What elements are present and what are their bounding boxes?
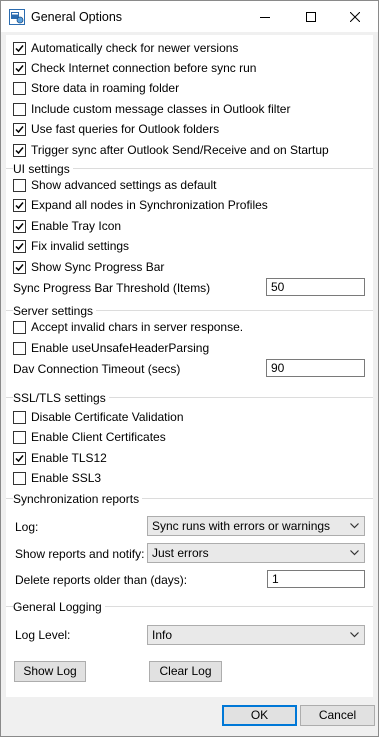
checkbox-box[interactable] bbox=[13, 471, 26, 485]
log-dropdown[interactable]: Sync runs with errors or warnings bbox=[147, 516, 365, 536]
maximize-icon bbox=[306, 11, 316, 22]
checkbox-label: Fix invalid settings bbox=[31, 238, 130, 253]
checkbox-label: Enable SSL3 bbox=[31, 470, 102, 485]
checkbox-box[interactable] bbox=[13, 61, 26, 75]
chevron-down-icon bbox=[350, 632, 359, 638]
notify-label: Show reports and notify: bbox=[15, 547, 145, 561]
checkbox-label: Check Internet connection before sync ru… bbox=[31, 60, 257, 75]
threshold-label: Sync Progress Bar Threshold (Items) bbox=[13, 281, 211, 295]
checkbox-box[interactable] bbox=[13, 430, 26, 444]
checkbox-box[interactable] bbox=[13, 143, 26, 157]
checkbox-box[interactable] bbox=[13, 198, 26, 212]
checkbox-label: Use fast queries for Outlook folders bbox=[31, 121, 220, 136]
group-title-general-logging: General Logging bbox=[13, 600, 105, 614]
threshold-input[interactable]: 50 bbox=[266, 278, 365, 296]
checkbox-box[interactable] bbox=[13, 260, 26, 274]
checkbox-fix-invalid-settings[interactable]: Fix invalid settings bbox=[13, 238, 129, 254]
checkbox-check-internet[interactable]: Check Internet connection before sync ru… bbox=[13, 60, 256, 76]
checkbox-advanced-settings-default[interactable]: Show advanced settings as default bbox=[13, 177, 216, 193]
log-level-dropdown-value: Info bbox=[152, 628, 173, 642]
title-bar: General Options bbox=[1, 1, 378, 32]
cancel-button[interactable]: Cancel bbox=[300, 705, 375, 726]
checkbox-box[interactable] bbox=[13, 178, 26, 192]
checkbox-unsafe-header-parsing[interactable]: Enable useUnsafeHeaderParsing bbox=[13, 340, 209, 356]
ok-button[interactable]: OK bbox=[222, 705, 297, 726]
minimize-button[interactable] bbox=[242, 1, 288, 32]
checkbox-label: Disable Certificate Validation bbox=[31, 409, 184, 424]
window-title: General Options bbox=[31, 10, 123, 24]
checkbox-enable-ssl3[interactable]: Enable SSL3 bbox=[13, 470, 101, 486]
group-title-ssl-tls: SSL/TLS settings bbox=[13, 391, 109, 405]
checkmark-icon bbox=[15, 125, 24, 133]
general-options-window: General Options Automatically check for … bbox=[0, 0, 379, 737]
checkbox-roaming-folder[interactable]: Store data in roaming folder bbox=[13, 80, 179, 96]
checkbox-enable-tls12[interactable]: Enable TLS12 bbox=[13, 450, 107, 466]
checkbox-tray-icon[interactable]: Enable Tray Icon bbox=[13, 218, 121, 234]
checkbox-label: Automatically check for newer versions bbox=[31, 40, 239, 55]
checkbox-box[interactable] bbox=[13, 41, 26, 55]
checkbox-label: Trigger sync after Outlook Send/Receive … bbox=[31, 142, 329, 157]
minimize-icon bbox=[260, 16, 270, 18]
checkmark-icon bbox=[15, 44, 24, 52]
log-dropdown-value: Sync runs with errors or warnings bbox=[152, 519, 331, 533]
close-button[interactable] bbox=[332, 1, 378, 32]
checkbox-label: Enable Client Certificates bbox=[31, 429, 166, 444]
checkbox-disable-cert-validation[interactable]: Disable Certificate Validation bbox=[13, 409, 184, 425]
checkbox-box[interactable] bbox=[13, 102, 26, 116]
checkmark-icon bbox=[15, 242, 24, 250]
checkbox-trigger-sync[interactable]: Trigger sync after Outlook Send/Receive … bbox=[13, 142, 329, 158]
checkbox-expand-all-nodes[interactable]: Expand all nodes in Synchronization Prof… bbox=[13, 197, 268, 213]
checkbox-label: Accept invalid chars in server response. bbox=[31, 319, 244, 334]
checkbox-label: Expand all nodes in Synchronization Prof… bbox=[31, 197, 268, 212]
checkbox-label: Enable useUnsafeHeaderParsing bbox=[31, 340, 210, 355]
checkbox-box[interactable] bbox=[13, 410, 26, 424]
checkmark-icon bbox=[15, 454, 24, 462]
checkbox-label: Enable TLS12 bbox=[31, 450, 107, 465]
notify-dropdown[interactable]: Just errors bbox=[147, 543, 365, 563]
checkbox-box[interactable] bbox=[13, 320, 26, 334]
checkbox-label: Include custom message classes in Outloo… bbox=[31, 101, 291, 116]
checkbox-box[interactable] bbox=[13, 239, 26, 253]
checkbox-box[interactable] bbox=[13, 341, 26, 355]
checkbox-box[interactable] bbox=[13, 122, 26, 136]
checkbox-box[interactable] bbox=[13, 219, 26, 233]
checkbox-label: Enable Tray Icon bbox=[31, 218, 122, 233]
checkbox-client-certificates[interactable]: Enable Client Certificates bbox=[13, 429, 166, 445]
chevron-down-icon bbox=[350, 523, 359, 529]
group-title-sync-reports: Synchronization reports bbox=[13, 492, 143, 506]
checkbox-box[interactable] bbox=[13, 451, 26, 465]
timeout-input[interactable]: 90 bbox=[266, 359, 365, 377]
checkbox-custom-message-classes[interactable]: Include custom message classes in Outloo… bbox=[13, 101, 290, 117]
checkmark-icon bbox=[15, 222, 24, 230]
checkbox-label: Store data in roaming folder bbox=[31, 80, 180, 95]
checkbox-auto-check-versions[interactable]: Automatically check for newer versions bbox=[13, 40, 238, 56]
clear-log-button[interactable]: Clear Log bbox=[149, 661, 222, 682]
checkmark-icon bbox=[15, 64, 24, 72]
checkmark-icon bbox=[15, 263, 24, 271]
checkbox-label: Show advanced settings as default bbox=[31, 177, 217, 192]
delete-reports-label: Delete reports older than (days): bbox=[15, 573, 188, 587]
group-title-ui-settings: UI settings bbox=[13, 162, 73, 176]
checkbox-fast-queries[interactable]: Use fast queries for Outlook folders bbox=[13, 121, 219, 137]
delete-reports-input[interactable]: 1 bbox=[267, 570, 365, 588]
show-log-button[interactable]: Show Log bbox=[14, 661, 86, 682]
checkbox-label: Show Sync Progress Bar bbox=[31, 259, 165, 274]
notify-dropdown-value: Just errors bbox=[152, 546, 209, 560]
log-level-dropdown[interactable]: Info bbox=[147, 625, 365, 645]
checkbox-accept-invalid-chars[interactable]: Accept invalid chars in server response. bbox=[13, 319, 243, 335]
checkmark-icon bbox=[15, 146, 24, 154]
checkbox-sync-progress-bar[interactable]: Show Sync Progress Bar bbox=[13, 259, 164, 275]
close-icon bbox=[350, 11, 360, 22]
log-level-label: Log Level: bbox=[15, 628, 71, 642]
chevron-down-icon bbox=[350, 550, 359, 556]
log-label: Log: bbox=[15, 520, 39, 534]
timeout-label: Dav Connection Timeout (secs) bbox=[13, 362, 181, 376]
maximize-button[interactable] bbox=[288, 1, 334, 32]
checkmark-icon bbox=[15, 201, 24, 209]
options-panel: Automatically check for newer versions C… bbox=[6, 35, 373, 697]
checkbox-box[interactable] bbox=[13, 81, 26, 95]
group-title-server-settings: Server settings bbox=[13, 304, 97, 318]
app-icon bbox=[9, 9, 25, 25]
